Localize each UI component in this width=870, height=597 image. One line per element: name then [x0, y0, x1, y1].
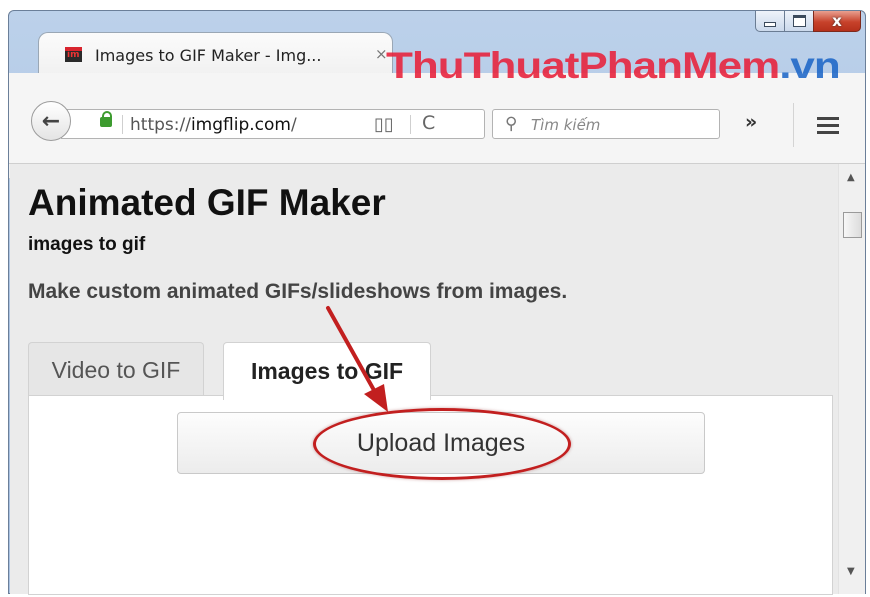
watermark-text: ThuThuatPhanMem — [386, 45, 780, 87]
url-divider-2 — [410, 115, 411, 134]
search-placeholder: Tìm kiếm — [531, 116, 601, 134]
tab-video-to-gif[interactable]: Video to GIF — [28, 342, 204, 398]
url-bar[interactable]: https://imgflip.com/ ▯▯ C — [61, 109, 485, 139]
back-button[interactable]: ← — [31, 101, 71, 141]
vertical-scrollbar[interactable]: ▲ ▼ — [838, 164, 865, 594]
url-divider — [122, 115, 123, 134]
window-controls: x — [755, 11, 861, 33]
minimize-icon — [764, 21, 776, 27]
page-description: Make custom animated GIFs/slideshows fro… — [28, 280, 568, 303]
upload-panel: Upload Images — [28, 395, 833, 595]
watermark-tld: .vn — [779, 45, 841, 87]
tab-title: Images to GIF Maker - Img... — [95, 46, 322, 65]
maximize-icon — [792, 15, 806, 27]
page-subtitle: images to gif — [28, 234, 146, 255]
overflow-chevron-icon[interactable]: » — [745, 111, 757, 133]
reader-view-icon[interactable]: ▯▯ — [374, 114, 394, 135]
url-path: / — [290, 115, 297, 135]
back-arrow-icon: ← — [41, 108, 61, 134]
watermark-logo: ThuThuatPhanMem.vn — [386, 45, 841, 88]
scrollbar-thumb[interactable] — [843, 212, 862, 238]
lock-icon — [100, 111, 112, 127]
page-content: Animated GIF Maker images to gif Make cu… — [10, 164, 838, 595]
scroll-up-icon[interactable]: ▲ — [847, 172, 855, 183]
tab-images-to-gif[interactable]: Images to GIF — [223, 342, 431, 400]
browser-tab[interactable]: Images to GIF Maker - Img... × — [38, 32, 393, 74]
page-title: Animated GIF Maker — [28, 182, 386, 223]
close-icon: x — [832, 12, 842, 30]
scroll-down-icon[interactable]: ▼ — [847, 566, 855, 577]
reload-icon[interactable]: C — [422, 112, 435, 134]
minimize-button[interactable] — [755, 11, 785, 32]
window-close-button[interactable]: x — [813, 11, 861, 32]
menu-divider — [793, 103, 794, 147]
maximize-button[interactable] — [784, 11, 814, 32]
imgflip-favicon-icon — [65, 47, 82, 62]
url-scheme: https:// — [130, 115, 191, 135]
url-domain: imgflip.com — [190, 115, 291, 135]
hamburger-menu-icon[interactable] — [817, 117, 839, 138]
highlight-ellipse — [313, 408, 571, 480]
search-bar[interactable]: ⚲ Tìm kiếm — [492, 109, 720, 139]
url-text[interactable]: https://imgflip.com/ — [130, 115, 297, 135]
search-icon: ⚲ — [505, 114, 518, 134]
